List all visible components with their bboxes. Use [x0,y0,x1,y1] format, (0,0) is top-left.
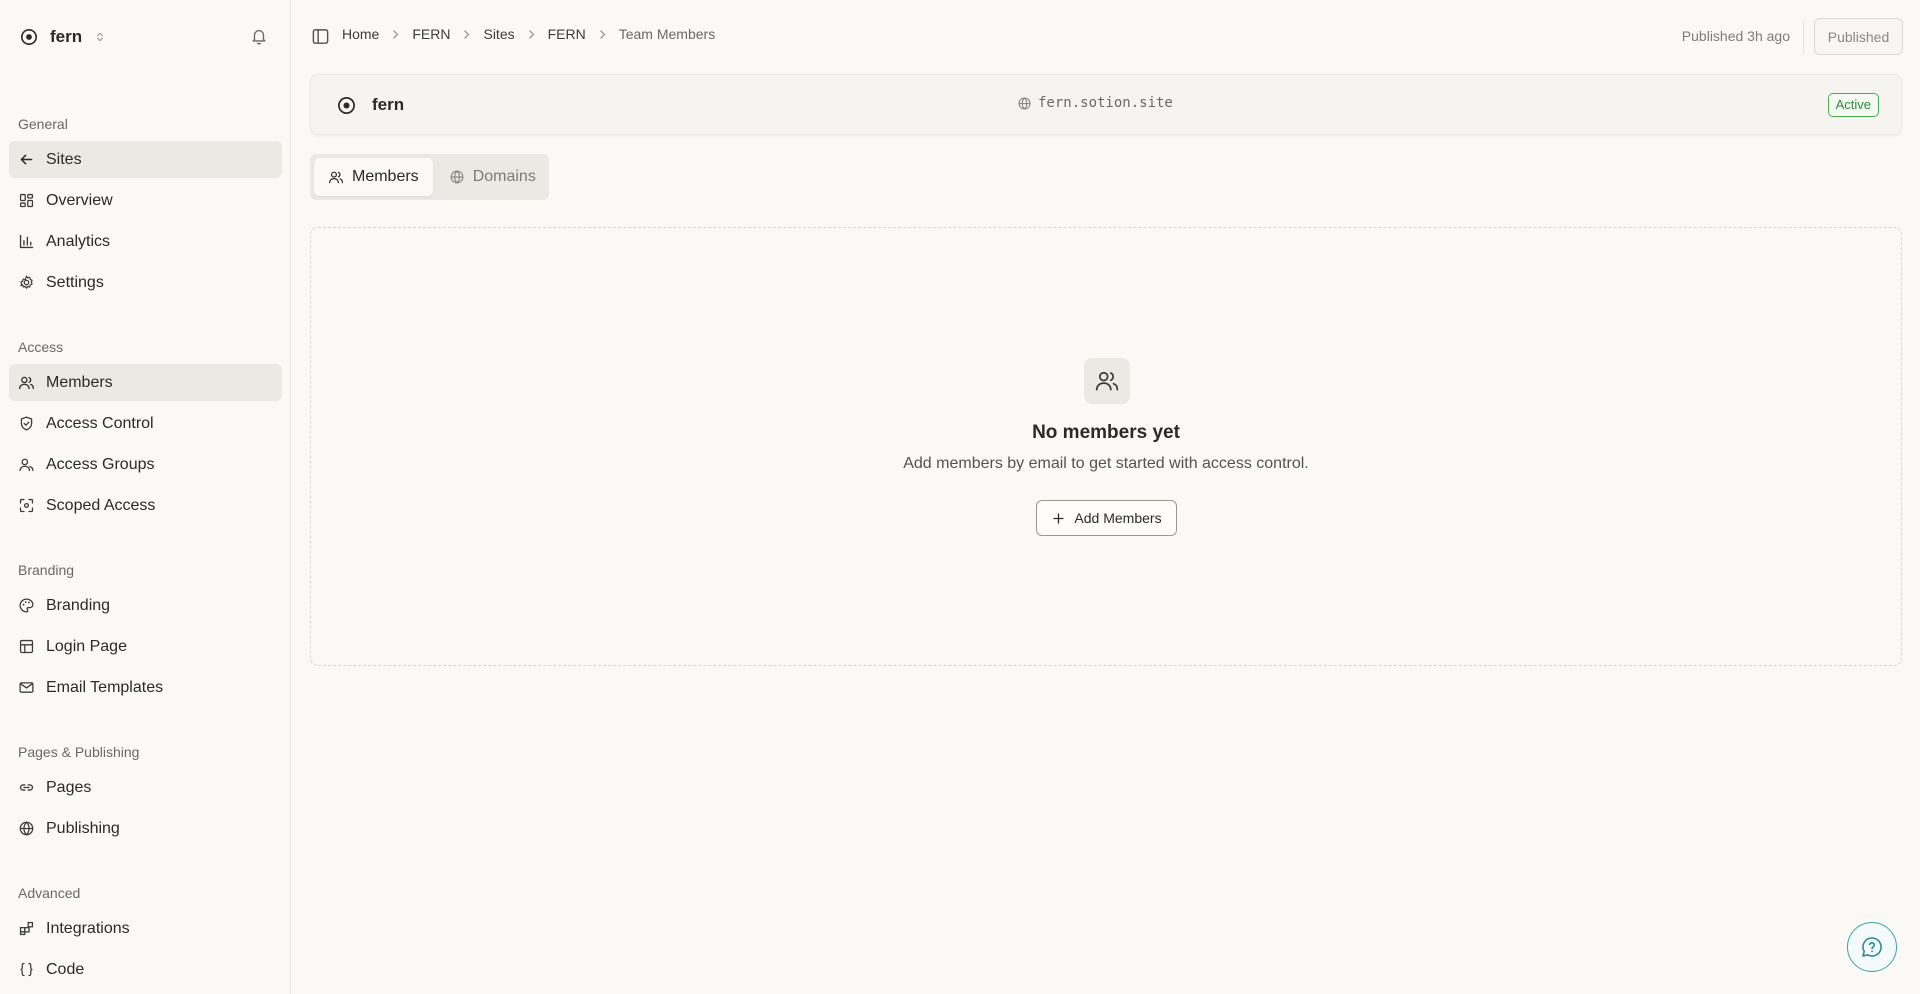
tab-bar: Members Domains [310,154,549,200]
blocks-icon [18,920,35,937]
bell-icon[interactable] [250,27,268,45]
sidebar-item-label: Access Control [46,414,154,432]
sidebar-item-integrations[interactable]: Integrations [9,910,282,947]
status-badge: Active [1827,93,1879,117]
sidebar-item-scoped-access[interactable]: Scoped Access [9,487,282,524]
nav-section-general: General Sites Overview Analytics Setting… [0,114,291,305]
nav-section-label: Pages & Publishing [18,744,140,760]
nav-section-label: General [18,116,68,132]
site-name: fern [372,95,405,114]
tab-domains[interactable]: Domains [435,158,550,196]
sidebar-item-label: Settings [46,273,104,291]
help-chat-button[interactable] [1847,922,1897,972]
sidebar-item-sites[interactable]: Sites [9,141,282,178]
breadcrumb-workspace[interactable]: FERN [412,26,450,42]
nav-section-branding: Branding Branding Login Page Email Templ… [0,560,291,710]
members-empty-state: No members yet Add members by email to g… [310,227,1902,666]
sidebar-item-label: Overview [46,191,113,209]
sidebar-item-label: Integrations [46,919,130,937]
globe-icon [1017,96,1032,111]
nav-section-label: Access [18,339,64,355]
chevron-right-icon [525,28,538,41]
add-members-label: Add Members [1074,510,1162,526]
plus-icon [1051,511,1066,526]
sidebar-item-email-templates[interactable]: Email Templates [9,669,282,706]
braces-icon [18,961,35,978]
empty-state-title: No members yet [1032,422,1180,443]
shield-check-icon [18,415,35,432]
tab-members[interactable]: Members [314,158,433,196]
sidebar-item-label: Publishing [46,819,120,837]
palette-icon [18,597,35,614]
sidebar-item-access-groups[interactable]: Access Groups [9,446,282,483]
sidebar-item-label: Scoped Access [46,496,156,514]
nav-section-label: Branding [18,562,75,578]
sidebar-item-publishing[interactable]: Publishing [9,810,282,847]
chevron-right-icon [460,28,473,41]
sidebar-item-members[interactable]: Members [9,364,282,401]
help-chat-icon [1860,935,1884,959]
tab-label: Members [352,168,419,185]
breadcrumb-sites[interactable]: Sites [483,26,514,42]
sidebar-item-settings[interactable]: Settings [9,264,282,301]
users-icon [18,374,35,391]
sidebar-item-access-control[interactable]: Access Control [9,405,282,442]
sidebar-item-label: Email Templates [46,678,164,696]
sidebar-toggle-icon[interactable] [311,27,330,46]
scan-icon [18,497,35,514]
sidebar-item-pages[interactable]: Pages [9,769,282,806]
chevron-right-icon [596,28,609,41]
chevrons-up-down-icon [94,30,106,44]
sidebar-item-label: Pages [46,778,92,796]
breadcrumb-site[interactable]: FERN [548,26,586,42]
site-card: fern fern.sotion.site Active [310,74,1902,135]
nav-section-advanced: Advanced Integrations Code [0,883,291,992]
nav-section-label: Advanced [18,885,81,901]
sidebar-item-branding[interactable]: Branding [9,587,282,624]
sidebar-item-label: Code [46,960,85,978]
breadcrumb-home[interactable]: Home [342,26,379,42]
add-members-button[interactable]: Add Members [1036,500,1177,536]
user-group-icon [18,456,35,473]
arrow-left-icon [18,151,35,168]
sidebar-item-label: Sites [46,150,82,168]
top-header: Home FERN Sites FERN Team Members Publis… [291,0,1920,72]
sidebar-item-label: Members [46,373,113,391]
globe-icon [18,820,35,837]
site-url[interactable]: fern.sotion.site [1017,95,1173,111]
published-time: Published 3h ago [1681,28,1790,44]
sidebar-item-login-page[interactable]: Login Page [9,628,282,665]
breadcrumb-current-page: Team Members [618,26,716,42]
workspace-switcher[interactable]: fern [20,24,106,50]
sidebar: fern General Sites Overview Analytics Se… [0,0,291,994]
mail-icon [18,679,35,696]
link-icon [18,779,35,796]
globe-icon [449,169,465,185]
gear-icon [18,274,35,291]
target-icon [20,28,38,46]
workspace-name: fern [50,27,83,46]
layout-icon [18,638,35,655]
dashboard-icon [18,192,35,209]
sidebar-item-label: Login Page [46,637,127,655]
users-icon [328,169,344,185]
site-url-text: fern.sotion.site [1038,95,1173,111]
sidebar-item-label: Access Groups [46,455,155,473]
divider [1803,20,1804,54]
nav-section-pages-publishing: Pages & Publishing Pages Publishing [0,742,291,851]
sidebar-item-code[interactable]: Code [9,951,282,988]
empty-state-description: Add members by email to get started with… [903,455,1309,472]
users-icon [1084,358,1130,404]
sidebar-item-label: Analytics [46,232,111,250]
nav-section-access: Access Members Access Control Access Gro… [0,337,291,528]
breadcrumb: Home FERN Sites FERN Team Members [342,26,715,42]
sidebar-item-analytics[interactable]: Analytics [9,223,282,260]
tab-label: Domains [472,168,536,185]
chevron-right-icon [389,28,402,41]
bar-chart-icon [18,233,35,250]
target-icon [337,96,356,115]
published-button[interactable]: Published [1814,18,1903,55]
sidebar-item-label: Branding [46,596,111,614]
sidebar-item-overview[interactable]: Overview [9,182,282,219]
